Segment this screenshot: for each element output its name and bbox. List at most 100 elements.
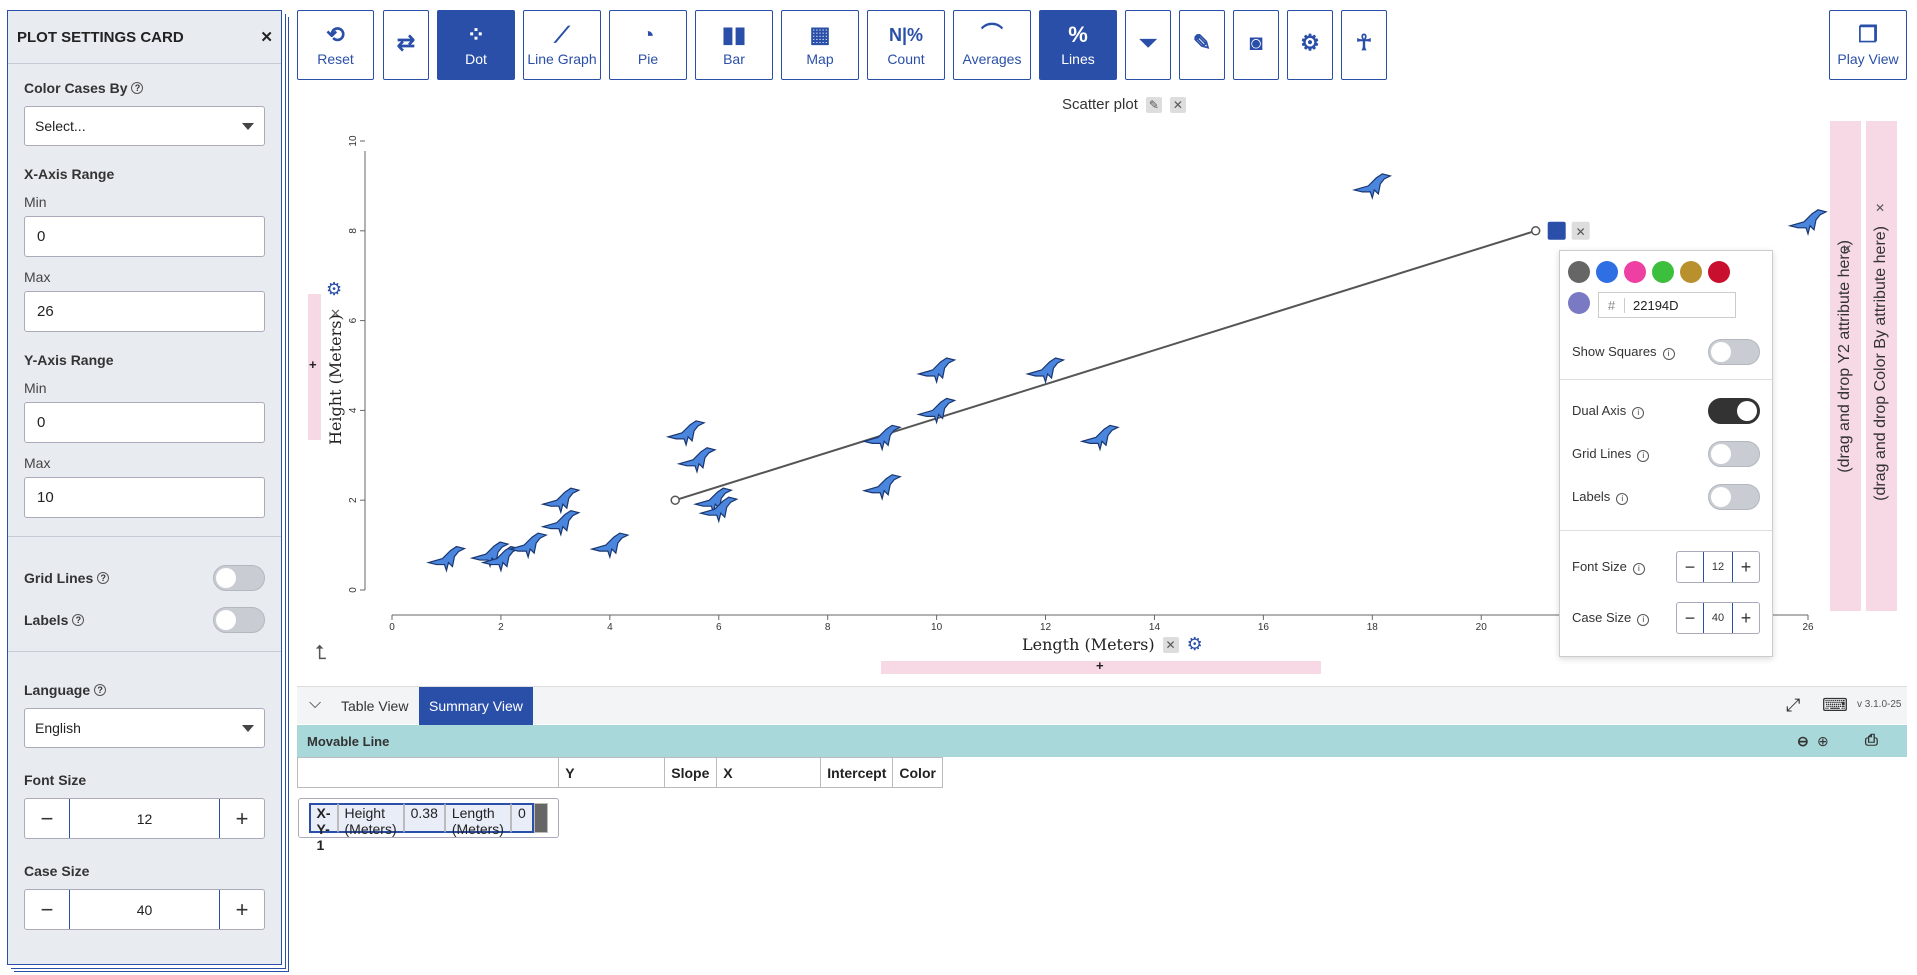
data-point[interactable] [693, 487, 734, 515]
dot-button[interactable]: ⁘ Dot [437, 10, 515, 80]
snapshot-button[interactable]: ◙ [1233, 10, 1279, 80]
help-icon[interactable]: ? [97, 572, 110, 584]
pie-button[interactable]: ◔ Pie [609, 10, 687, 80]
info-icon[interactable]: i [1637, 613, 1650, 626]
color-swatch[interactable] [1568, 261, 1590, 283]
data-point[interactable] [676, 447, 717, 474]
averages-button[interactable]: ⌒ Averages [953, 10, 1031, 80]
swap-axes-button[interactable]: ⇄ [383, 10, 429, 80]
data-point[interactable] [469, 541, 510, 569]
table-row[interactable]: X-Y-1 Height (Meters) 0.38 Length (Meter… [297, 798, 559, 853]
minus-icon[interactable]: − [25, 890, 69, 929]
color-swatch[interactable] [1680, 261, 1702, 283]
draw-button[interactable]: ✎ [1179, 10, 1225, 80]
data-point[interactable] [480, 545, 521, 573]
info-icon[interactable]: i [1632, 406, 1645, 419]
grid-lines-toggle[interactable] [1708, 441, 1760, 467]
close-icon[interactable]: ✕ [1872, 200, 1888, 216]
data-point[interactable] [1025, 357, 1066, 385]
labels-toggle[interactable] [1708, 484, 1760, 510]
close-icon[interactable]: ✕ [1162, 636, 1179, 653]
data-point[interactable] [426, 545, 467, 573]
close-icon[interactable]: ✕ [1169, 96, 1186, 113]
close-icon[interactable]: ✕ [1839, 241, 1855, 257]
dual-axis-toggle[interactable] [1708, 398, 1760, 424]
help-icon[interactable]: ? [72, 614, 85, 626]
chevron-down-icon[interactable]: ⌵ [309, 695, 321, 713]
zoom-in-icon[interactable]: ⊕ [1817, 733, 1829, 750]
count-button[interactable]: N|% Count [867, 10, 945, 80]
data-point[interactable] [507, 532, 548, 560]
data-point[interactable] [589, 532, 630, 560]
data-point[interactable] [861, 424, 902, 452]
data-point[interactable] [1787, 209, 1828, 236]
info-icon[interactable]: i [1616, 492, 1629, 505]
plus-icon[interactable]: + [1096, 658, 1104, 673]
color-swatch[interactable] [1624, 261, 1646, 283]
data-point[interactable] [1079, 424, 1120, 452]
case-size-value[interactable]: 40 [1703, 603, 1733, 633]
x-axis-label[interactable]: Length (Meters) [1022, 635, 1155, 654]
plus-icon[interactable]: + [1733, 603, 1759, 633]
font-size-value[interactable]: 12 [1703, 552, 1733, 582]
font-size-value[interactable]: 12 [69, 799, 220, 838]
y-max-label: Max [24, 455, 51, 471]
gear-icon[interactable]: ⚙ [1187, 634, 1203, 655]
reset-button[interactable]: ⟲ Reset [297, 10, 374, 80]
data-point[interactable] [916, 357, 957, 385]
gear-icon[interactable]: ⚙ [326, 279, 342, 300]
y-min-input[interactable]: 0 [24, 402, 265, 443]
plus-icon[interactable]: + [220, 890, 264, 929]
play-view-button[interactable]: ❐ Play View [1829, 10, 1907, 80]
color-swatch[interactable] [1708, 261, 1730, 283]
expand-icon[interactable]: ⤢ [1786, 695, 1800, 716]
data-point[interactable] [1351, 173, 1393, 201]
hex-input[interactable]: #22194D [1598, 292, 1736, 318]
data-point[interactable] [540, 487, 581, 515]
minus-icon[interactable]: − [25, 799, 69, 838]
data-point[interactable] [540, 510, 581, 537]
lines-button[interactable]: % Lines [1039, 10, 1117, 80]
data-point[interactable] [916, 397, 957, 425]
zoom-out-icon[interactable]: ⊖ [1797, 733, 1809, 750]
tab-summary-view[interactable]: Summary View [419, 687, 533, 725]
color-swatch[interactable] [1568, 292, 1590, 314]
data-point[interactable] [861, 474, 902, 501]
pencil-icon[interactable]: ✎ [1145, 96, 1162, 113]
settings-button[interactable]: ⚙ [1287, 10, 1333, 80]
filter-button[interactable]: ⏷ [1125, 10, 1171, 80]
minus-icon[interactable]: − [1677, 552, 1703, 582]
y-max-input[interactable]: 10 [24, 477, 265, 518]
color-swatch[interactable] [1596, 261, 1618, 283]
data-point[interactable] [698, 496, 739, 524]
keyboard-icon[interactable]: ⌨ [1822, 695, 1848, 716]
info-icon[interactable]: i [1662, 347, 1675, 360]
x-min-input[interactable]: 0 [24, 216, 265, 257]
axis-switch-icon[interactable]: ⮤ [315, 642, 327, 665]
case-size-value[interactable]: 40 [69, 890, 220, 929]
info-icon[interactable]: i [1632, 562, 1645, 575]
tab-table-view[interactable]: Table View [331, 687, 418, 725]
map-button[interactable]: ▦ Map [781, 10, 859, 80]
color-cases-by-select[interactable]: Select... [24, 106, 265, 146]
bar-button[interactable]: ▮▮ Bar [695, 10, 773, 80]
line-graph-button[interactable]: ⟋ Line Graph [523, 10, 601, 80]
labels-toggle[interactable] [213, 607, 265, 633]
color-swatch[interactable] [1652, 261, 1674, 283]
minus-icon[interactable]: − [1677, 603, 1703, 633]
help-icon[interactable]: ? [131, 82, 144, 94]
info-icon[interactable]: i [1637, 449, 1650, 462]
plus-icon[interactable]: + [220, 799, 264, 838]
data-point[interactable] [665, 420, 706, 447]
print-icon[interactable]: ⎙ [1865, 732, 1878, 750]
plus-icon[interactable]: + [309, 357, 317, 372]
grid-lines-toggle[interactable] [213, 565, 265, 591]
language-select[interactable]: English [24, 708, 265, 748]
close-icon[interactable]: ✕ [260, 30, 273, 45]
plus-icon[interactable]: + [1733, 552, 1759, 582]
show-squares-toggle[interactable] [1708, 339, 1760, 365]
accessibility-button[interactable]: ☥ [1341, 10, 1387, 80]
x-max-input[interactable]: 26 [24, 291, 265, 332]
help-icon[interactable]: ? [94, 684, 107, 696]
y-axis-label[interactable]: Height (Meters) [326, 314, 345, 445]
